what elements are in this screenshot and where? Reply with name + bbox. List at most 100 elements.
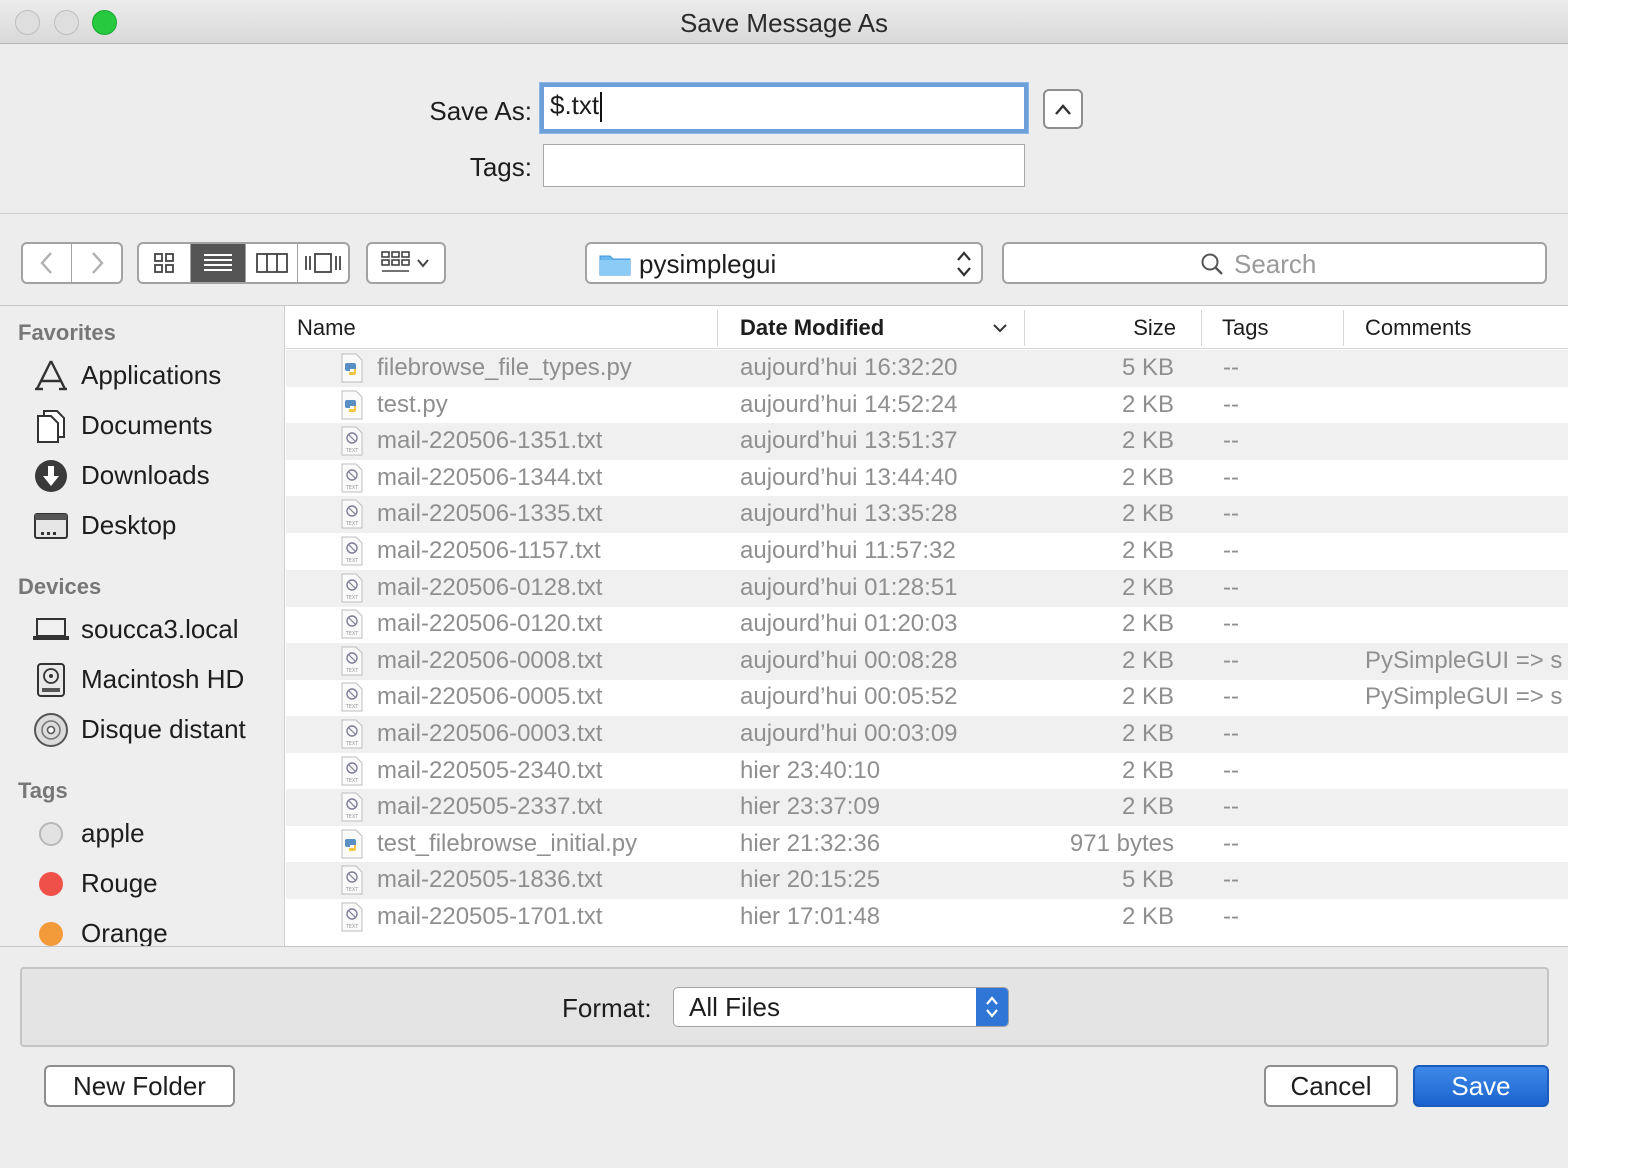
cover-flow-button[interactable]	[298, 244, 348, 282]
table-row[interactable]: TEXT mail-220506-0128.txt aujourd’hui 01:2…	[286, 569, 1568, 607]
new-folder-button[interactable]: New Folder	[44, 1065, 235, 1107]
save-button[interactable]: Save	[1413, 1065, 1549, 1107]
format-popup[interactable]: All Files	[673, 987, 1009, 1027]
column-header-date-modified[interactable]: Date Modified	[740, 315, 884, 341]
table-row[interactable]: TEXT mail-220506-1344.txt aujourd’hui 13:4…	[286, 460, 1568, 497]
chevron-right-icon	[91, 252, 104, 274]
sidebar-item-applications[interactable]: Applications	[32, 356, 282, 396]
column-view-button[interactable]	[246, 244, 299, 282]
column-header-tags[interactable]: Tags	[1222, 315, 1268, 341]
table-row[interactable]: TEXT mail-220505-2340.txt hier 23:40:10 2 K…	[286, 753, 1568, 790]
python-file-icon	[340, 829, 364, 859]
column-header-name[interactable]: Name	[297, 315, 356, 341]
sidebar-item-downloads[interactable]: Downloads	[32, 456, 282, 496]
table-row[interactable]: test_filebrowse_initial.py hier 21:32:36 9…	[286, 826, 1568, 863]
sidebar-tag-orange[interactable]: Orange	[32, 914, 282, 946]
text-file-icon: TEXT	[340, 426, 364, 456]
sidebar-item-macintosh-hd[interactable]: Macintosh HD	[32, 660, 282, 700]
up-down-arrows-icon	[986, 996, 998, 1018]
sidebar-item-label: Documents	[81, 410, 213, 440]
column-header-size[interactable]: Size	[1106, 315, 1176, 341]
table-row[interactable]: TEXT mail-220506-0003.txt aujourd’hui 00:0…	[286, 716, 1568, 753]
sidebar-tag-rouge[interactable]: Rouge	[32, 864, 282, 904]
svg-text:TEXT: TEXT	[345, 558, 360, 564]
file-name: mail-220506-1351.txt	[377, 427, 603, 455]
column-header-comments[interactable]: Comments	[1365, 315, 1471, 341]
sidebar-item-label: Orange	[81, 918, 168, 946]
svg-text:TEXT: TEXT	[345, 924, 360, 930]
arrange-menu-inner[interactable]	[368, 244, 444, 282]
file-date-modified: aujourd’hui 00:05:52	[740, 683, 958, 711]
text-file-icon: TEXT	[340, 646, 364, 676]
hard-drive-icon	[32, 662, 70, 698]
svg-text:TEXT: TEXT	[345, 631, 360, 637]
text-file-icon: TEXT	[340, 499, 364, 529]
table-row[interactable]: filebrowse_file_types.py aujourd’hui 16:3…	[286, 350, 1568, 387]
sidebar-item-label: Applications	[81, 360, 222, 390]
file-size: 2 KB	[1121, 683, 1174, 711]
search-field[interactable]: Search	[1002, 242, 1547, 284]
save-as-label: Save As:	[429, 96, 532, 126]
arrange-grid-icon	[381, 251, 410, 272]
icon-view-button[interactable]	[139, 244, 191, 282]
applications-icon	[32, 358, 70, 394]
svg-text:TEXT: TEXT	[345, 448, 360, 454]
collapse-panel-button[interactable]	[1043, 89, 1083, 129]
format-label: Format:	[562, 993, 652, 1023]
table-row[interactable]: TEXT mail-220506-1157.txt aujourd’hui 11:5…	[286, 533, 1568, 570]
text-file-icon: TEXT	[340, 902, 364, 932]
save-as-input[interactable]: $.txt	[540, 83, 1028, 133]
sidebar-item-documents[interactable]: Documents	[32, 406, 282, 446]
favorites-heading: Favorites	[18, 320, 116, 345]
file-name: mail-220506-0005.txt	[377, 683, 603, 711]
file-tags: --	[1223, 756, 1239, 784]
file-tags: --	[1223, 903, 1239, 930]
file-tags: --	[1223, 463, 1239, 491]
list-lines-icon	[204, 254, 233, 271]
file-date-modified: aujourd’hui 13:35:28	[740, 500, 958, 528]
bottom-bar: Format: All Files New Folder Cancel Save	[0, 946, 1568, 1168]
table-row[interactable]: TEXT mail-220506-0120.txt aujourd’hui 01:2…	[286, 606, 1568, 643]
file-tags: --	[1223, 646, 1239, 674]
file-tags: --	[1223, 720, 1239, 747]
list-view-button[interactable]	[190, 244, 247, 282]
format-value: All Files	[689, 992, 781, 1022]
table-row[interactable]: test.py aujourd’hui 14:52:24 2 KB --	[286, 387, 1568, 424]
folder-path-popup[interactable]: pysimplegui	[585, 242, 983, 284]
sidebar-item-disque-distant[interactable]: Disque distant	[32, 710, 282, 750]
svg-text:TEXT: TEXT	[345, 521, 360, 527]
forward-button[interactable]	[72, 244, 121, 282]
file-tags: --	[1223, 683, 1239, 711]
table-row[interactable]: TEXT mail-220506-1335.txt aujourd’hui 13:3…	[286, 496, 1568, 534]
cancel-button[interactable]: Cancel	[1264, 1065, 1398, 1107]
arrange-menu-button[interactable]	[366, 242, 446, 284]
save-as-value: $.txt	[550, 90, 600, 120]
sidebar-item-soucca3-local[interactable]: soucca3.local	[32, 610, 282, 650]
file-tags: --	[1223, 354, 1239, 381]
view-mode-control	[137, 242, 350, 284]
file-tags: --	[1223, 573, 1239, 601]
table-row[interactable]: TEXT mail-220505-1701.txt hier 17:01:48 2 K…	[286, 899, 1568, 936]
file-date-modified: hier 20:15:25	[740, 866, 881, 894]
file-date-modified: aujourd’hui 16:32:20	[740, 354, 958, 381]
file-size: 971 bytes	[1069, 829, 1174, 857]
table-row[interactable]: TEXT mail-220505-1836.txt hier 20:15:25 5 K…	[286, 862, 1568, 900]
back-button[interactable]	[23, 244, 73, 282]
table-row[interactable]: TEXT mail-220506-0008.txt aujourd’hui 00:0…	[286, 642, 1568, 680]
table-row[interactable]: TEXT mail-220505-2337.txt hier 23:37:09 2 K…	[286, 789, 1568, 827]
file-size: 2 KB	[1121, 756, 1174, 784]
table-row[interactable]: TEXT mail-220506-1351.txt aujourd’hui 13:5…	[286, 423, 1568, 461]
file-tags: --	[1223, 427, 1239, 455]
desktop-icon	[32, 508, 70, 544]
file-tags: --	[1223, 610, 1239, 638]
sidebar-item-label: Downloads	[81, 460, 210, 490]
text-file-icon: TEXT	[340, 865, 364, 895]
text-file-icon: TEXT	[340, 756, 364, 786]
current-folder-name: pysimplegui	[639, 249, 777, 279]
sidebar-item-label: soucca3.local	[81, 614, 239, 644]
file-date-modified: hier 21:32:36	[740, 829, 881, 857]
sidebar-tag-apple[interactable]: apple	[32, 814, 282, 854]
sidebar-item-desktop[interactable]: Desktop	[32, 506, 282, 546]
tags-input[interactable]	[543, 144, 1025, 187]
table-row[interactable]: TEXT mail-220506-0005.txt aujourd’hui 00:0…	[286, 679, 1568, 716]
